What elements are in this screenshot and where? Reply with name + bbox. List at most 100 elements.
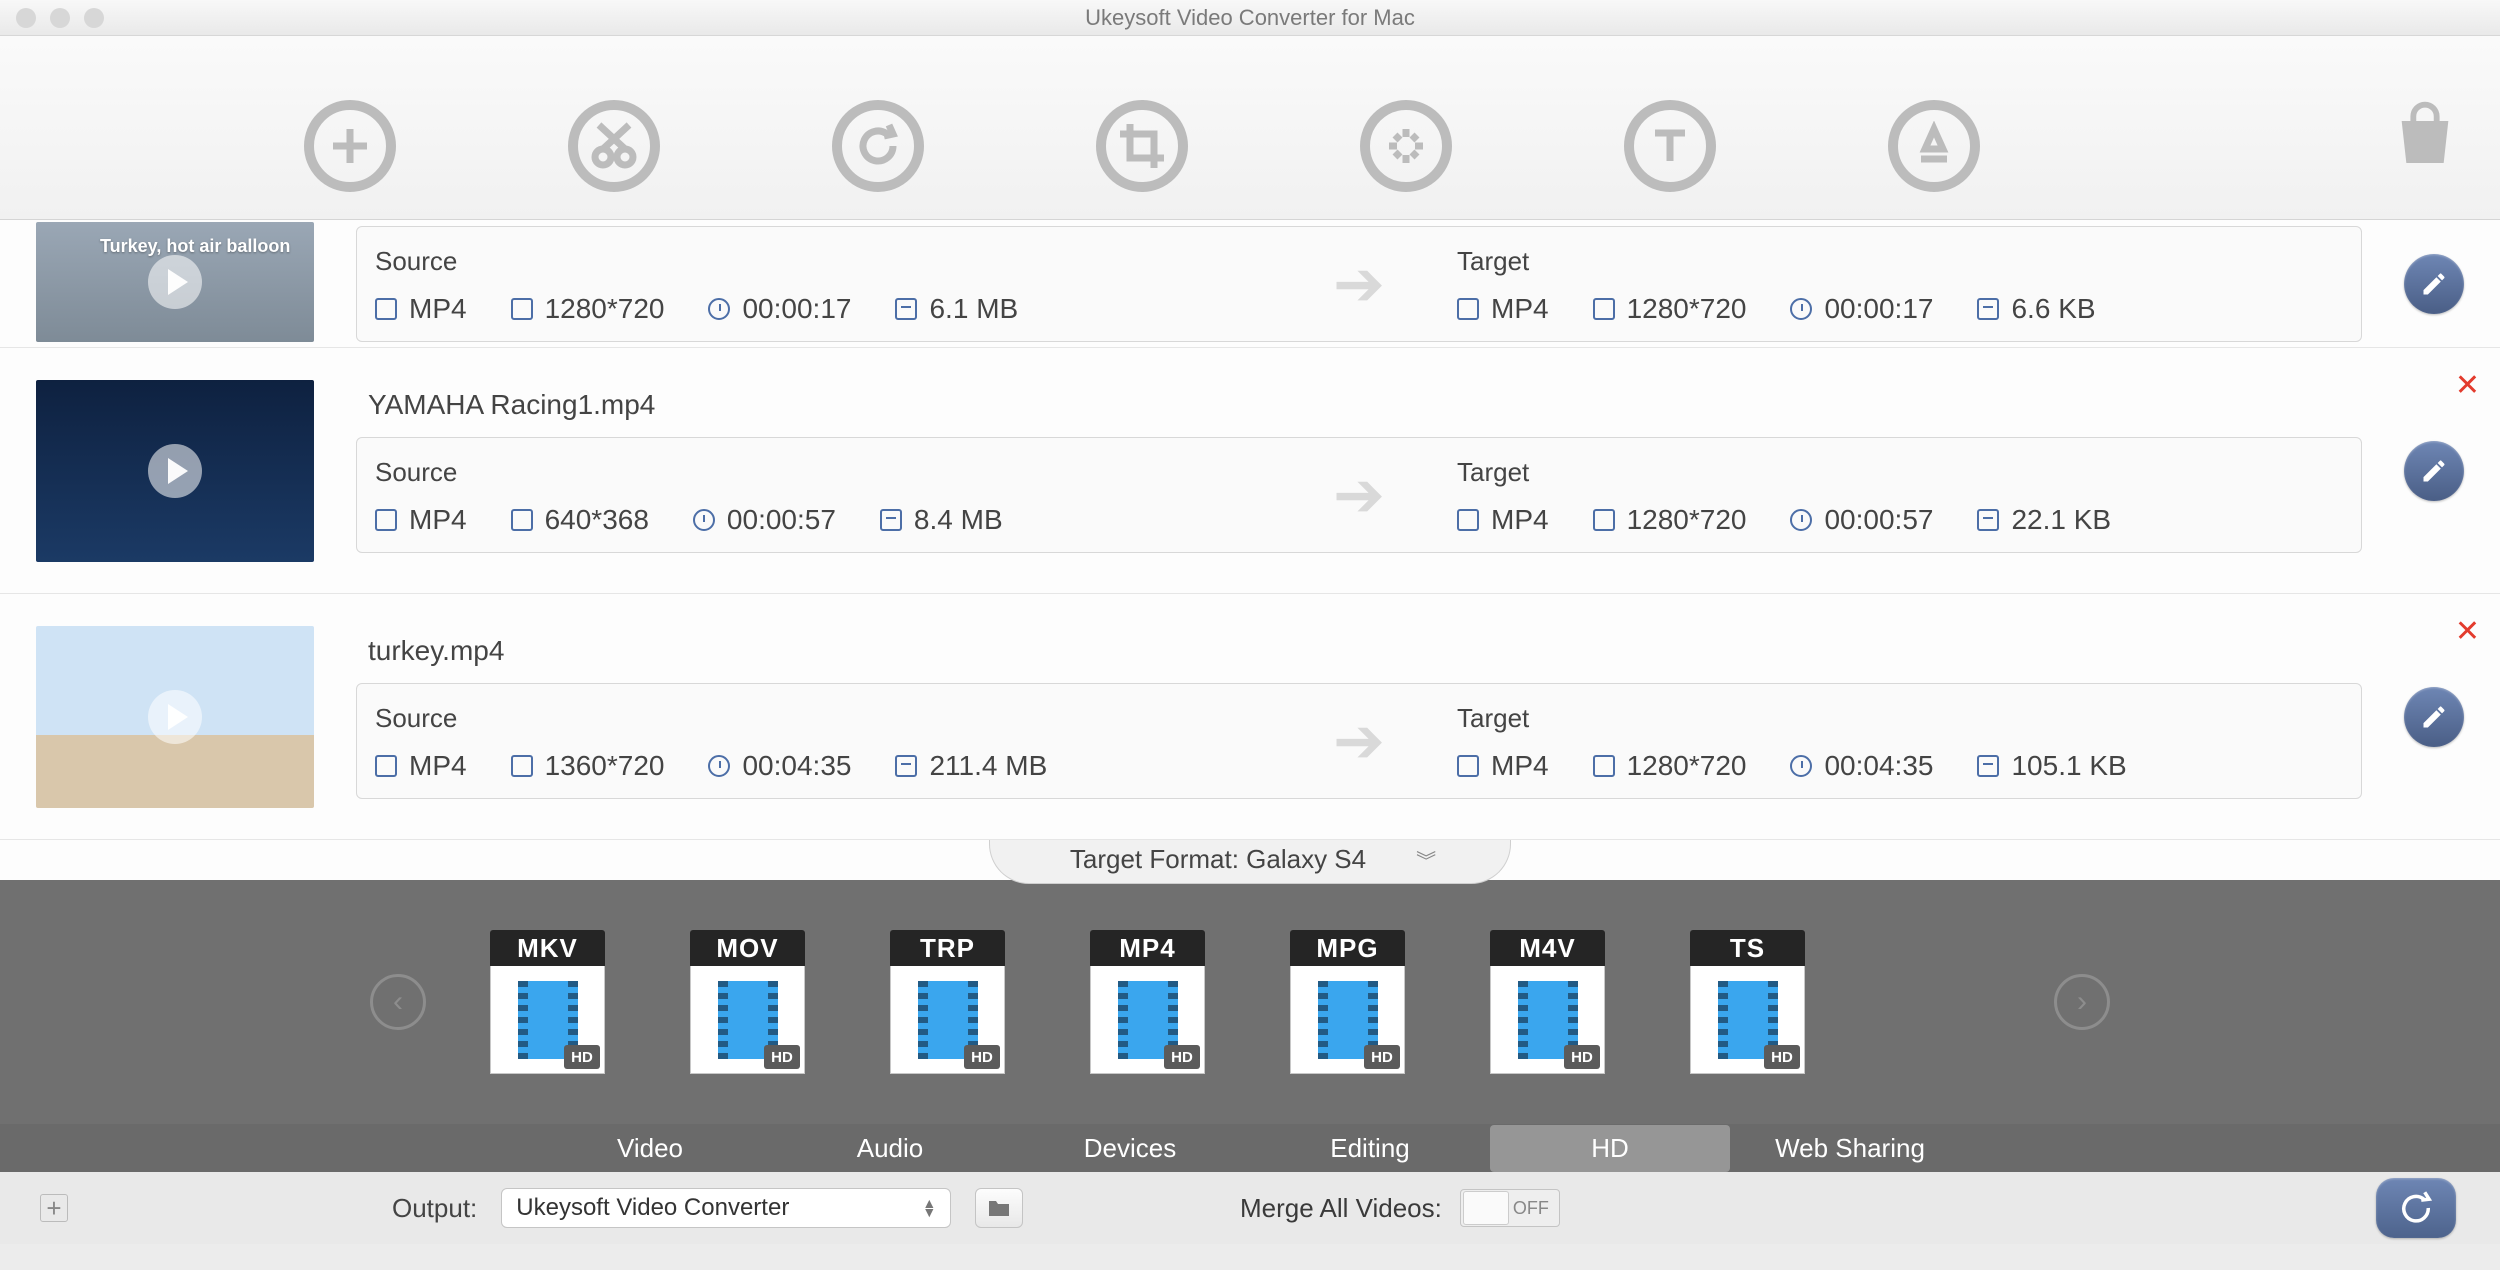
- video-row: turkey.mp4 Source MP4 1360*720 00:04:35 …: [0, 594, 2500, 840]
- category-tab-devices[interactable]: Devices: [1010, 1125, 1250, 1172]
- trim-button[interactable]: [568, 100, 660, 192]
- source-label: Source: [375, 457, 1259, 488]
- hd-tag: HD: [564, 1045, 600, 1069]
- close-window-icon[interactable]: [16, 8, 36, 28]
- format-option-ts[interactable]: TS HD: [1690, 930, 1805, 1074]
- merge-label: Merge All Videos:: [1240, 1193, 1442, 1224]
- format-body: HD: [1490, 966, 1605, 1074]
- source-res: 1360*720: [545, 750, 665, 782]
- format-body: HD: [1690, 966, 1805, 1074]
- add-output-button[interactable]: +: [40, 1194, 68, 1222]
- store-icon[interactable]: [2390, 100, 2460, 170]
- merge-state: OFF: [1513, 1198, 1559, 1219]
- target-res: 1280*720: [1627, 504, 1747, 536]
- chevron-down-icon: ︾: [1416, 845, 1430, 874]
- format-option-mp4[interactable]: MP4 HD: [1090, 930, 1205, 1074]
- window-controls: [0, 8, 104, 28]
- format-option-mov[interactable]: MOV HD: [690, 930, 805, 1074]
- category-tab-hd[interactable]: HD: [1490, 1125, 1730, 1172]
- format-badge: TRP: [890, 930, 1005, 966]
- source-dur: 00:04:35: [742, 750, 851, 782]
- output-folder-select[interactable]: Ukeysoft Video Converter ▲▼: [501, 1188, 951, 1228]
- dropdown-stepper-icon: ▲▼: [922, 1199, 936, 1217]
- arrow-icon: ➔: [1279, 458, 1439, 531]
- format-body: HD: [490, 966, 605, 1074]
- title-bar: Ukeysoft Video Converter for Mac: [0, 0, 2500, 36]
- format-option-trp[interactable]: TRPHD: [890, 930, 1005, 1074]
- minimize-window-icon[interactable]: [50, 8, 70, 28]
- target-format-toggle[interactable]: Target Format: Galaxy S4 ︾: [0, 840, 2500, 880]
- format-badge: MP4: [1090, 930, 1205, 966]
- edit-item-button[interactable]: [2404, 687, 2464, 747]
- crop-button[interactable]: [1096, 100, 1188, 192]
- source-dur: 00:00:57: [727, 504, 836, 536]
- remove-item-button[interactable]: ✕: [2455, 368, 2480, 403]
- format-body: HD: [1090, 966, 1205, 1074]
- output-folder-value: Ukeysoft Video Converter: [516, 1194, 789, 1222]
- format-badge: MOV: [690, 930, 805, 966]
- format-badge: MKV: [490, 930, 605, 966]
- merge-toggle[interactable]: OFF: [1460, 1189, 1560, 1227]
- format-option-mpg[interactable]: MPGHD: [1290, 930, 1405, 1074]
- footer-bar: + Output: Ukeysoft Video Converter ▲▼ Me…: [0, 1172, 2500, 1244]
- file-name: YAMAHA Racing1.mp4: [356, 389, 2362, 421]
- target-res: 1280*720: [1627, 750, 1747, 782]
- format-chooser: ‹ MKVHDMOVHDTRPHDMP4HDMPGHDM4VHDTSHD ›: [0, 880, 2500, 1124]
- effects-button[interactable]: [1360, 100, 1452, 192]
- target-dur: 00:00:17: [1824, 293, 1933, 325]
- format-option-m4v[interactable]: M4VHD: [1490, 930, 1605, 1074]
- edit-item-button[interactable]: [2404, 254, 2464, 314]
- source-format: MP4: [409, 750, 467, 782]
- source-target-box: Source MP4 1360*720 00:04:35 211.4 MB ➔ …: [356, 683, 2362, 799]
- hd-tag: HD: [764, 1045, 800, 1069]
- hd-tag: HD: [1364, 1045, 1400, 1069]
- target-label: Target: [1457, 457, 2341, 488]
- play-icon[interactable]: [148, 255, 202, 309]
- play-icon[interactable]: [148, 444, 202, 498]
- edit-item-button[interactable]: [2404, 441, 2464, 501]
- target-size: 105.1 KB: [2011, 750, 2126, 782]
- target-label: Target: [1457, 246, 2341, 277]
- remove-item-button[interactable]: ✕: [2455, 614, 2480, 649]
- zoom-window-icon[interactable]: [84, 8, 104, 28]
- format-option-mkv[interactable]: MKV HD: [490, 930, 605, 1074]
- window-title: Ukeysoft Video Converter for Mac: [0, 5, 2500, 31]
- video-thumbnail[interactable]: Turkey, hot air balloon: [36, 222, 314, 342]
- video-row: Turkey, hot air balloon Source MP4 1280*…: [0, 220, 2500, 348]
- source-size: 6.1 MB: [929, 293, 1018, 325]
- rotate-button[interactable]: [832, 100, 924, 192]
- scroll-formats-left-button[interactable]: ‹: [370, 974, 426, 1030]
- target-res: 1280*720: [1627, 293, 1747, 325]
- target-format: MP4: [1491, 750, 1549, 782]
- category-tab-video[interactable]: Video: [530, 1125, 770, 1172]
- video-row: YAMAHA Racing1.mp4 Source MP4 640*368 00…: [0, 348, 2500, 594]
- subtitle-button[interactable]: [1624, 100, 1716, 192]
- category-tabs: VideoAudioDevicesEditingHDWeb Sharing: [0, 1124, 2500, 1172]
- format-badge: TS: [1690, 930, 1805, 966]
- source-target-box: Source MP4 1280*720 00:00:17 6.1 MB ➔ Ta…: [356, 226, 2362, 342]
- category-tab-audio[interactable]: Audio: [770, 1125, 1010, 1172]
- hd-tag: HD: [1764, 1045, 1800, 1069]
- add-file-button[interactable]: [304, 100, 396, 192]
- arrow-icon: ➔: [1279, 704, 1439, 777]
- thumb-caption: Turkey, hot air balloon: [100, 236, 290, 257]
- scroll-formats-right-button[interactable]: ›: [2054, 974, 2110, 1030]
- video-thumbnail[interactable]: [36, 380, 314, 562]
- hd-tag: HD: [1164, 1045, 1200, 1069]
- format-body: HD: [1290, 966, 1405, 1074]
- file-name: turkey.mp4: [356, 635, 2362, 667]
- video-thumbnail[interactable]: [36, 626, 314, 808]
- target-size: 6.6 KB: [2011, 293, 2095, 325]
- category-tab-editing[interactable]: Editing: [1250, 1125, 1490, 1172]
- watermark-button[interactable]: [1888, 100, 1980, 192]
- target-dur: 00:04:35: [1824, 750, 1933, 782]
- play-icon[interactable]: [148, 690, 202, 744]
- open-folder-button[interactable]: [975, 1188, 1023, 1228]
- convert-button[interactable]: [2376, 1178, 2456, 1238]
- source-target-box: Source MP4 640*368 00:00:57 8.4 MB ➔ Tar…: [356, 437, 2362, 553]
- target-format-value: Galaxy S4: [1246, 844, 1366, 874]
- main-toolbar: [0, 36, 2500, 220]
- source-res: 1280*720: [545, 293, 665, 325]
- source-dur: 00:00:17: [742, 293, 851, 325]
- category-tab-web-sharing[interactable]: Web Sharing: [1730, 1125, 1970, 1172]
